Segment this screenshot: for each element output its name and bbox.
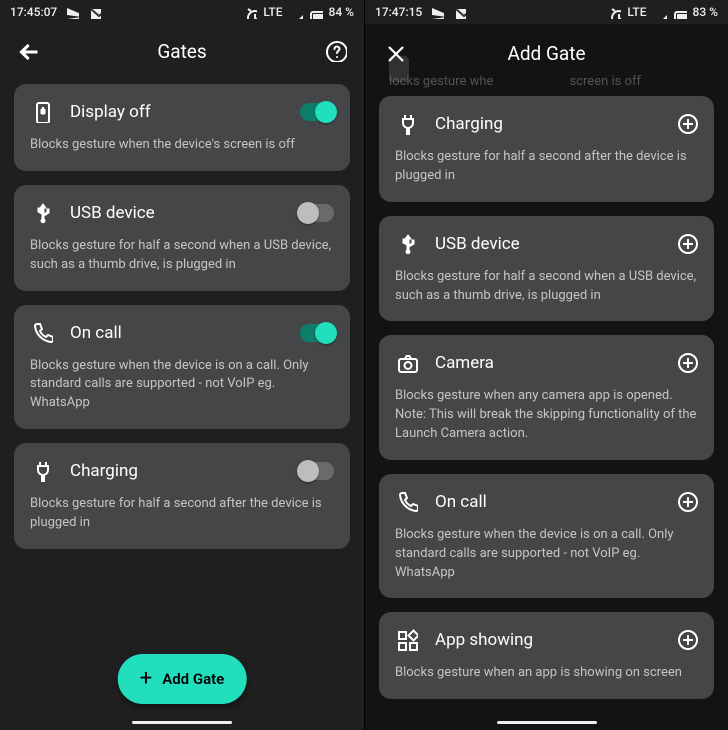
- add-gate-on-call[interactable]: On call Blocks gesture when the device i…: [379, 474, 714, 599]
- add-button[interactable]: [678, 630, 698, 650]
- gate-desc: Blocks gesture when the device is on a c…: [395, 526, 698, 583]
- page-title: Gates: [52, 40, 312, 63]
- signal-icon: [289, 5, 303, 19]
- mail-icon: [87, 5, 101, 19]
- telegram-icon: [430, 5, 444, 19]
- add-gate-fab[interactable]: + Add Gate: [118, 654, 247, 704]
- help-button[interactable]: [322, 37, 350, 65]
- plug-icon: [395, 112, 419, 136]
- alarm-icon: [607, 5, 621, 19]
- back-button[interactable]: [14, 37, 42, 65]
- gate-usb-device[interactable]: USB device Blocks gesture for half a sec…: [14, 185, 350, 291]
- gate-title: USB device: [435, 234, 662, 254]
- fab-label: Add Gate: [162, 670, 224, 688]
- add-button[interactable]: [678, 353, 698, 373]
- toggle-on-call[interactable]: [300, 324, 334, 342]
- gate-display-off[interactable]: Display off Blocks gesture when the devi…: [14, 84, 350, 171]
- status-time: 17:47:15: [375, 5, 422, 19]
- plus-icon: +: [140, 668, 152, 690]
- gate-desc: Blocks gesture for half a second after t…: [30, 495, 334, 533]
- add-button[interactable]: [678, 234, 698, 254]
- gate-title: App showing: [435, 630, 662, 650]
- status-network: LTE: [627, 5, 646, 19]
- signal-icon: [653, 5, 667, 19]
- telegram-icon: [65, 5, 79, 19]
- gate-desc: Blocks gesture for half a second when a …: [30, 237, 334, 275]
- screen-add-gate: 17:47:15 LTE 83 % locks gesture whe Add …: [364, 0, 728, 730]
- nav-handle[interactable]: [132, 721, 232, 724]
- usb-icon: [30, 201, 54, 225]
- status-bar: 17:47:15 LTE 83 %: [365, 0, 728, 24]
- gate-on-call[interactable]: On call Blocks gesture when the device i…: [14, 305, 350, 430]
- status-bar: 17:45:07 LTE 84 %: [0, 0, 364, 24]
- nav-handle[interactable]: [497, 721, 597, 724]
- gate-desc: Blocks gesture for half a second when a …: [395, 268, 698, 306]
- add-button[interactable]: [678, 492, 698, 512]
- phone-icon: [395, 490, 419, 514]
- add-gate-camera[interactable]: Camera Blocks gesture when any camera ap…: [379, 335, 714, 460]
- gate-desc: Blocks gesture when the device is on a c…: [30, 357, 334, 414]
- gate-title: On call: [70, 323, 284, 343]
- apps-icon: [395, 628, 419, 652]
- gate-title: Charging: [435, 114, 662, 134]
- sheet-app-bar: Add Gate: [379, 24, 714, 82]
- gate-desc: Blocks gesture when an app is showing on…: [395, 664, 698, 683]
- gate-charging[interactable]: Charging Blocks gesture for half a secon…: [14, 443, 350, 549]
- gate-desc: Blocks gesture for half a second after t…: [395, 148, 698, 186]
- close-button[interactable]: [381, 39, 409, 67]
- camera-icon: [395, 351, 419, 375]
- gate-title: On call: [435, 492, 662, 512]
- usb-icon: [395, 232, 419, 256]
- status-time: 17:45:07: [10, 5, 57, 19]
- toggle-usb-device[interactable]: [300, 204, 334, 222]
- sheet-title: Add Gate: [419, 42, 674, 65]
- toggle-charging[interactable]: [300, 462, 334, 480]
- add-button[interactable]: [678, 114, 698, 134]
- mail-icon: [452, 5, 466, 19]
- gate-title: Display off: [70, 102, 284, 122]
- add-gate-usb-device[interactable]: USB device Blocks gesture for half a sec…: [379, 216, 714, 322]
- battery-icon: [673, 5, 687, 19]
- gate-title: USB device: [70, 203, 284, 223]
- battery-icon: [309, 5, 323, 19]
- status-battery: 84 %: [329, 5, 354, 19]
- add-gate-charging[interactable]: Charging Blocks gesture for half a secon…: [379, 96, 714, 202]
- plug-icon: [30, 459, 54, 483]
- toggle-display-off[interactable]: [300, 103, 334, 121]
- gates-list: Display off Blocks gesture when the devi…: [0, 78, 364, 730]
- gate-title: Charging: [70, 461, 284, 481]
- phone-icon: [30, 321, 54, 345]
- gate-desc: Blocks gesture when the device's screen …: [30, 136, 334, 155]
- add-gate-app-showing[interactable]: App showing Blocks gesture when an app i…: [379, 612, 714, 699]
- app-bar: Gates: [0, 24, 364, 78]
- screen-gates: 17:45:07 LTE 84 % Gates Display off Bloc…: [0, 0, 364, 730]
- status-battery: 83 %: [693, 5, 718, 19]
- gate-desc: Blocks gesture when any camera app is op…: [395, 387, 698, 444]
- status-network: LTE: [263, 5, 282, 19]
- gate-title: Camera: [435, 353, 662, 373]
- alarm-icon: [243, 5, 257, 19]
- display-icon: [30, 100, 54, 124]
